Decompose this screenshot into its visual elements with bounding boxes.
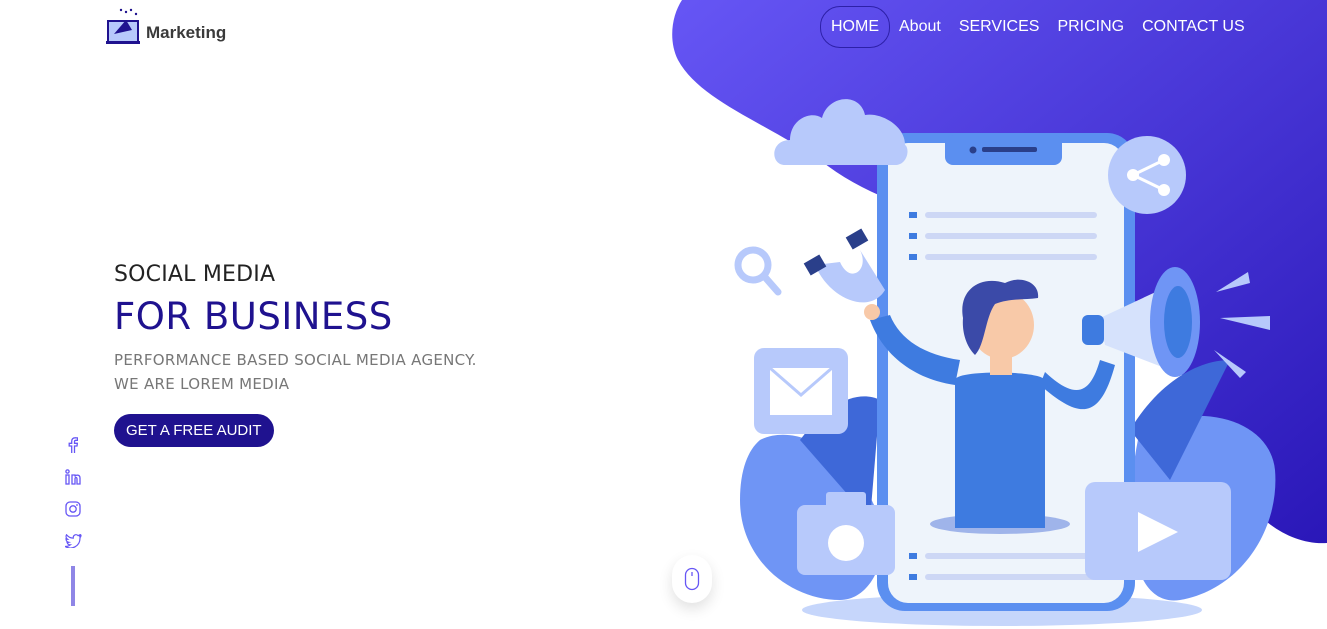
social-divider-line xyxy=(71,566,75,606)
megaphone-logo-icon xyxy=(106,8,140,44)
nav-contact[interactable]: CONTACT US xyxy=(1133,7,1254,47)
brand-logo[interactable]: Marketing xyxy=(106,6,226,46)
nav-services[interactable]: SERVICES xyxy=(950,7,1049,47)
free-audit-button[interactable]: GET A FREE AUDIT xyxy=(114,414,274,447)
hero-title: FOR BUSINESS xyxy=(114,295,393,338)
hero-section: SOCIAL MEDIA FOR BUSINESS PERFORMANCE BA… xyxy=(114,262,477,447)
nav-home[interactable]: HOME xyxy=(820,6,890,48)
main-nav: HOME About SERVICES PRICING CONTACT US xyxy=(820,6,1254,48)
hero-subtitle: SOCIAL MEDIA xyxy=(114,262,276,287)
facebook-icon[interactable] xyxy=(64,436,82,454)
nav-about[interactable]: About xyxy=(890,7,950,47)
hero-description-line2: WE ARE LOREM MEDIA xyxy=(114,375,290,393)
mouse-icon xyxy=(684,567,700,591)
twitter-icon[interactable] xyxy=(64,532,82,550)
hero-description: PERFORMANCE BASED SOCIAL MEDIA AGENCY. W… xyxy=(114,348,477,396)
instagram-icon[interactable] xyxy=(64,500,82,518)
brand-name: Marketing xyxy=(146,23,227,42)
hero-description-line1: PERFORMANCE BASED SOCIAL MEDIA AGENCY. xyxy=(114,351,477,369)
nav-pricing[interactable]: PRICING xyxy=(1048,7,1133,47)
scroll-down-button[interactable] xyxy=(672,555,712,603)
social-links xyxy=(64,436,82,606)
linkedin-icon[interactable] xyxy=(64,468,82,486)
